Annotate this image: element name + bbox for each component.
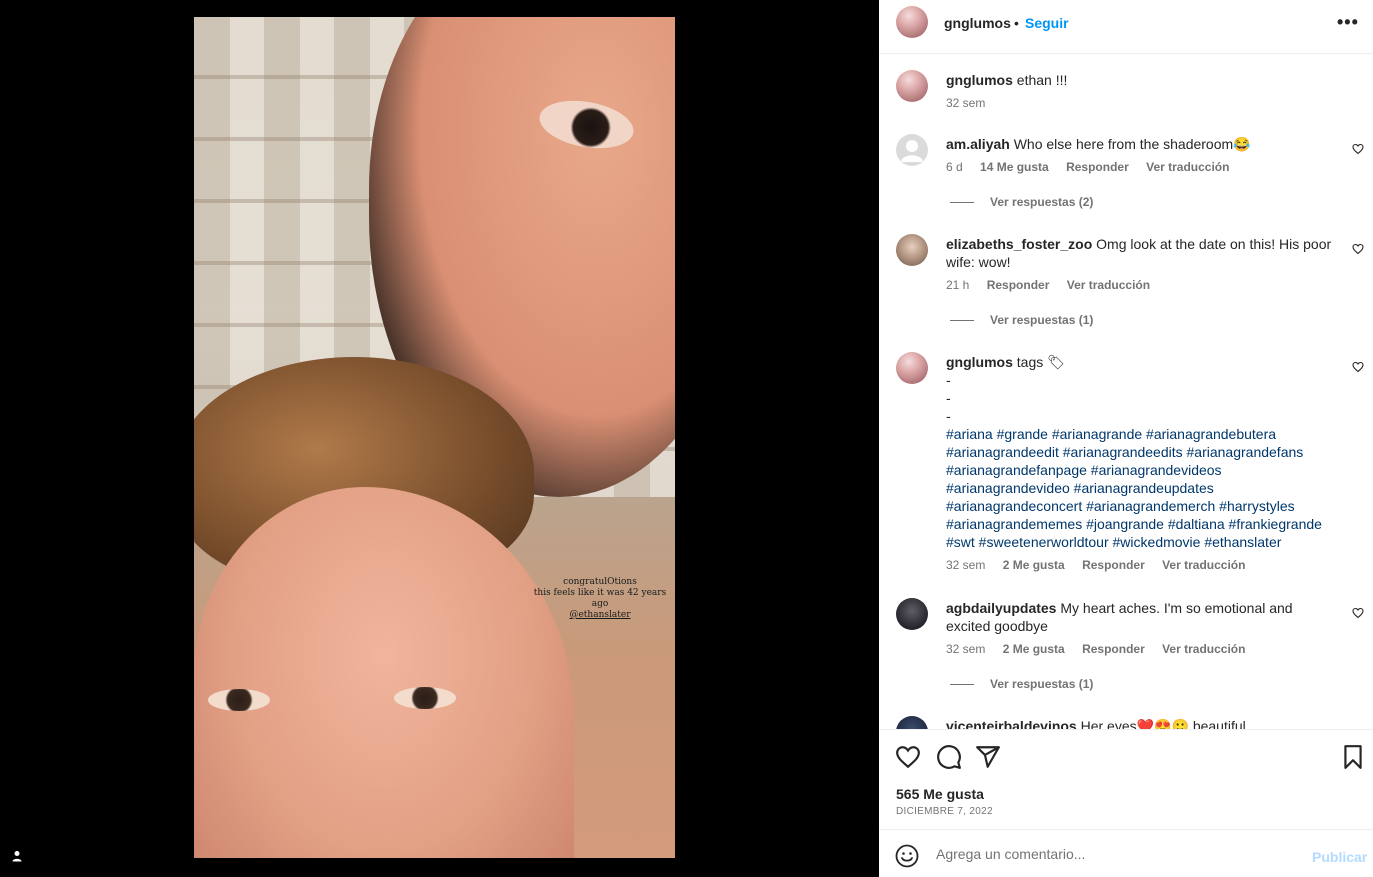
more-icon[interactable]: ••• [1337, 12, 1359, 33]
image-eye-right [394, 687, 456, 709]
post-header: gnglumos • Seguir ••• [879, 0, 1373, 54]
caption-text: ethan !!! [1016, 72, 1068, 88]
reply-button[interactable]: Responder [987, 278, 1050, 292]
separator-dot: • [1014, 15, 1019, 31]
comment-time[interactable]: 32 sem [946, 642, 985, 656]
comment-meta: 32 sem 2 Me gusta Responder Ver traducci… [946, 558, 1259, 572]
comment-meta: 6 d 14 Me gusta Responder Ver traducción [946, 160, 1243, 174]
comment-like-heart-icon[interactable] [1352, 607, 1364, 619]
comment-dash: - [946, 372, 951, 388]
avatar[interactable] [896, 234, 928, 266]
translate-button[interactable]: Ver traducción [1067, 278, 1150, 292]
comment-username[interactable]: am.aliyah [946, 136, 1010, 152]
translate-button[interactable]: Ver traducción [1162, 642, 1245, 656]
comment-likes[interactable]: 14 Me gusta [980, 160, 1049, 174]
avatar[interactable] [896, 70, 928, 102]
comment-text: Her eyes❤️😍🙂 beautiful [1080, 718, 1246, 729]
avatar[interactable] [896, 134, 928, 166]
emoji-icon[interactable] [895, 844, 919, 868]
comment-time[interactable]: 21 h [946, 278, 969, 292]
comment-dash: - [946, 390, 951, 406]
avatar[interactable] [896, 352, 928, 384]
reply-button[interactable]: Responder [1082, 642, 1145, 656]
comment-meta: 32 sem 2 Me gusta Responder Ver traducci… [946, 642, 1259, 656]
replies-line [950, 202, 974, 204]
story-text-line2: this feels like it was 42 years ago [533, 588, 667, 609]
view-replies-label: Ver respuestas (2) [990, 195, 1094, 209]
comment-icon[interactable] [936, 744, 962, 770]
view-replies-button[interactable]: Ver respuestas (1) [950, 677, 1093, 691]
user-icon[interactable] [10, 849, 24, 863]
follow-button[interactable]: Seguir [1025, 15, 1069, 31]
story-text-mention: @ethanslater [569, 610, 631, 620]
send-icon[interactable] [975, 744, 1001, 770]
reply-button[interactable]: Responder [1066, 160, 1129, 174]
view-replies-label: Ver respuestas (1) [990, 677, 1094, 691]
post-sidebar: gnglumos • Seguir ••• gnglumos ethan !!!… [879, 0, 1373, 877]
header-username[interactable]: gnglumos [944, 15, 1011, 31]
replies-line [950, 320, 974, 322]
image-eye-left [208, 689, 270, 711]
avatar[interactable] [896, 598, 928, 630]
comment-time[interactable]: 6 d [946, 160, 963, 174]
comments-list[interactable]: gnglumos ethan !!! 32 sem am.aliyah Who … [879, 55, 1373, 729]
heart-icon[interactable] [895, 744, 921, 770]
comment-time[interactable]: 32 sem [946, 558, 985, 572]
publish-button[interactable]: Publicar [1312, 849, 1367, 865]
translate-button[interactable]: Ver traducción [1162, 558, 1245, 572]
comment-text: Who else here from the shaderoom😂 [1013, 136, 1251, 152]
image-face [194, 487, 574, 858]
comment-body: agbdailyupdates My heart aches. I'm so e… [946, 599, 1338, 635]
comment-like-heart-icon[interactable] [1352, 143, 1364, 155]
reply-button[interactable]: Responder [1082, 558, 1145, 572]
default-avatar-icon [901, 140, 923, 162]
caption-time[interactable]: 32 sem [946, 96, 985, 110]
comment-like-heart-icon[interactable] [1352, 243, 1364, 255]
comment-like-heart-icon[interactable] [1352, 361, 1364, 373]
story-text-overlay: congratulOtions this feels like it was 4… [530, 577, 670, 621]
comment-username[interactable]: gnglumos [946, 354, 1013, 370]
comment-username[interactable]: vicenteirbaldevinos [946, 718, 1077, 729]
comment-input[interactable] [936, 842, 1296, 866]
media-panel: congratulOtions this feels like it was 4… [0, 0, 879, 877]
view-replies-label: Ver respuestas (1) [990, 313, 1094, 327]
translate-button[interactable]: Ver traducción [1146, 160, 1229, 174]
comment-body: am.aliyah Who else here from the shadero… [946, 135, 1338, 153]
comment-body: gnglumos tags 🏷 - - - #ariana #grande #a… [946, 353, 1338, 551]
comment-body: vicenteirbaldevinos Her eyes❤️😍🙂 beautif… [946, 717, 1338, 729]
comment-username[interactable]: elizabeths_foster_zoo [946, 236, 1092, 252]
story-text-line1: congratulOtions [563, 577, 637, 587]
avatar[interactable] [896, 716, 928, 729]
comment-hashtags[interactable]: #ariana #grande #arianagrande #arianagra… [946, 425, 1326, 551]
bookmark-icon[interactable] [1340, 744, 1366, 770]
caption-body: gnglumos ethan !!! [946, 71, 1338, 89]
caption-meta: 32 sem [946, 96, 999, 110]
caption-username[interactable]: gnglumos [946, 72, 1013, 88]
post-date[interactable]: DICIEMBRE 7, 2022 [896, 806, 993, 817]
comment-username[interactable]: agbdailyupdates [946, 600, 1056, 616]
comment-likes[interactable]: 2 Me gusta [1003, 642, 1065, 656]
post-image[interactable]: congratulOtions this feels like it was 4… [194, 17, 675, 858]
post-actions: 565 Me gusta DICIEMBRE 7, 2022 [879, 729, 1373, 829]
comment-text: tags 🏷 [1016, 354, 1065, 370]
replies-line [950, 684, 974, 686]
avatar[interactable] [896, 6, 928, 38]
add-comment-bar: Publicar [879, 829, 1373, 877]
comment-meta: 21 h Responder Ver traducción [946, 278, 1164, 292]
likes-count[interactable]: 565 Me gusta [896, 786, 984, 802]
comment-dash: - [946, 408, 951, 424]
view-replies-button[interactable]: Ver respuestas (2) [950, 195, 1093, 209]
view-replies-button[interactable]: Ver respuestas (1) [950, 313, 1093, 327]
comment-body: elizabeths_foster_zoo Omg look at the da… [946, 235, 1338, 271]
comment-likes[interactable]: 2 Me gusta [1003, 558, 1065, 572]
